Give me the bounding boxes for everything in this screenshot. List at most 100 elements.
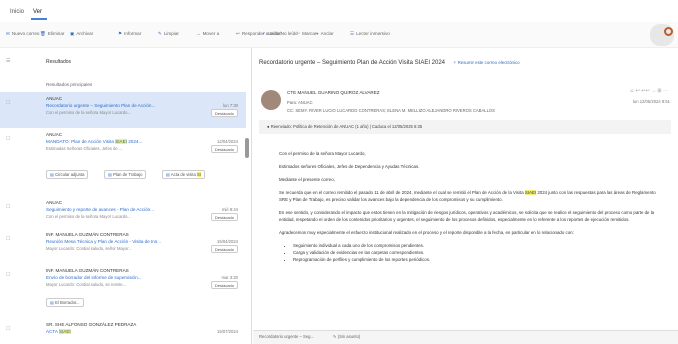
select-checkbox-icon[interactable]: ☐ [6,236,10,242]
mail-date: lun 7:30 [223,103,238,108]
mail-list-item[interactable]: ☐ ANUAC Recordatorio urgente – Seguimiento… [0,92,246,128]
attachment-chip[interactable]: ▤ El Borrador... [46,298,84,307]
mail-date: mar 3:20 [221,275,238,280]
ribbon-toolbar: ✉ Nuevo correo 🗑 Eliminar ▣ Archivar ⚑ Informar… [0,22,678,48]
select-checkbox-icon[interactable]: ☐ [6,100,10,106]
sender-name: CTE MANUEL GUARINO QUIROZ ALVAREZ [287,90,380,95]
ribbon-immersive-button[interactable]: ☰ Lector inmersivo [350,31,390,37]
mail-date: 15/04/2024 [217,239,238,244]
top-results-heading: Resultados principales [46,82,93,87]
email-subject: Recordatorio urgente – Seguimiento Plan … [259,60,520,66]
collapse-icon[interactable]: ☰ [6,58,10,64]
new-mail-icon: ✉ [6,31,10,36]
mail-subject: Reunión Mesa Técnica y Plan de Acción - … [46,239,161,244]
read-icon: ✓ [262,31,266,36]
bottom-tab-draft[interactable]: Recordatorio urgente – Seg... [259,334,314,339]
search-highlight: SIAEI [58,329,71,334]
message-actions[interactable]: ☺ ↩ ↩↩ → ⊞ ⋯ [629,88,668,94]
search-highlight: SIAEI [115,139,127,144]
scrollbar-thumb[interactable] [245,138,249,158]
mail-date: 15/07/2024 [217,329,238,334]
focused-chip[interactable]: Destacado [210,281,238,289]
cc-recipients: CC: SEMY. RIVER LUCIO LUCARDO CONTRERAS;… [287,108,495,113]
attachment-chip[interactable]: ▤ Plan de Trabajo [104,170,147,179]
to-recipients: Para: ANUAC [287,100,313,105]
mail-list-item[interactable]: ☐ ANUAC Seguimiento y reporte de avances -… [0,196,246,226]
mail-preview: Mayor Lucardo: Cordial saludo, se remite… [46,282,127,287]
ribbon-label: Leído/No leído [267,31,298,36]
ribbon-label: Marcar [302,31,317,36]
select-checkbox-icon[interactable]: ☐ [6,136,10,142]
ribbon-sweep-button[interactable]: ✎ Limpiar [158,31,179,37]
ribbon-label: Lector inmersivo [356,31,390,36]
immersive-icon: ☰ [350,31,355,36]
email-date: lun 12/05/2024 8:51 [632,99,670,104]
ribbon-label: Mover a [202,31,220,36]
mail-list-item[interactable]: ☐ SR. SHE ALFONSO GONZÁLEZ PEDRAZA ACTA SI… [0,318,246,344]
mail-date: mié 8:44 [221,207,238,212]
mail-list-item[interactable]: ☐ INF. MANUELA GUZMÁN CONTRERAS Envío de b… [0,264,246,314]
mail-sender: ANUAC [46,96,63,101]
ribbon-archive-button[interactable]: ▣ Archivar [70,31,93,37]
reading-pane: Recordatorio urgente – Seguimiento Plan … [253,48,678,344]
flag-icon: ⚐ [296,31,301,36]
mail-subject: Seguimiento y reporte de avances - Plan … [46,207,155,212]
attachment-icon: ▤ [50,172,56,177]
mail-subject: Envío de borrador del informe de supervi… [46,275,142,280]
search-highlight: SI [196,172,201,177]
mail-sender: INF. MANUELA GUZMÁN CONTRERAS [46,268,129,273]
ribbon-move-button[interactable]: → Mover a [196,31,219,36]
ribbon-label: Eliminar [47,31,65,36]
bullet-item: Carga y validación de evidencias en las … [293,249,659,256]
body-intro: Mediante el presente correo, [279,177,335,182]
mail-preview: Con el permiso de la señora Mayor Lucard… [46,214,131,219]
ribbon-delete-button[interactable]: 🗑 Eliminar [40,31,64,37]
ribbon-label: Anclar [320,31,334,36]
focused-chip[interactable]: Destacado [210,245,238,253]
mail-date: 12/04/2024 [217,139,238,144]
select-checkbox-icon[interactable]: ☐ [6,272,10,278]
select-checkbox-icon[interactable]: ☐ [6,204,10,210]
mail-list-item[interactable]: ☐ ANUAC MANDATO: Plan de Acción Visita SIA… [0,128,246,194]
archive-icon: ▣ [70,31,75,36]
ribbon-label: Nuevo correo [11,31,40,36]
bullet-item: Reprogramación de perfiles y cumplimient… [293,256,659,263]
select-checkbox-icon[interactable]: ☐ [6,326,10,332]
tab-ver[interactable]: Ver [33,9,42,15]
mail-preview: Con el permiso de la señora Mayor Lucard… [46,110,131,115]
summarize-link[interactable]: ✧ Resumir este correo electrónico [453,60,520,65]
body-salutation: Estimados señores Oficiales, Jefes de De… [279,164,420,169]
ribbon-new-mail-button[interactable]: ✉ Nuevo correo [6,31,39,37]
mail-sender: SR. SHE ALFONSO GONZÁLEZ PEDRAZA [46,322,137,327]
mail-sender: ANUAC [46,132,63,137]
bottom-tab-no-subject[interactable]: ✎ (Sin asunto) [333,334,360,339]
tab-inicio[interactable]: Inicio [10,9,24,15]
active-tab-indicator [31,18,47,20]
attachment-chip[interactable]: ▤ Acta de visita SI [162,170,205,179]
move-icon: → [196,31,201,36]
mail-sender: INF. MANUELA GUZMÁN CONTRERAS [46,232,129,237]
sender-avatar [261,90,281,110]
ribbon-pin-button[interactable]: ⌖ Anclar [316,31,334,36]
mail-list-item[interactable]: ☐ INF. MANUELA GUZMÁN CONTRERAS Reunión Me… [0,228,246,262]
focused-chip[interactable]: Destacado [210,213,238,221]
message-list: ☰ Resultados Resultados principales ☐ ANU… [0,48,252,344]
ribbon-flag-button[interactable]: ⚐ Marcar [296,31,316,37]
ribbon-label: Informar [124,31,142,36]
focused-chip[interactable]: Destacado [210,145,238,153]
attachment-icon: ▤ [108,172,114,177]
email-body: Con el permiso de la señora Mayor Lucard… [279,150,659,263]
mail-subject: Recordatorio urgente – Seguimiento Plan … [46,103,156,108]
ribbon-read-button[interactable]: ✓ Leído/No leído [262,31,298,37]
results-heading: Resultados [46,59,72,65]
focused-chip[interactable]: Destacado [210,109,238,117]
retention-notice: ● Reenviado: Política de Retención de AN… [259,120,671,134]
attachment-chip[interactable]: ▤ Circular adjunta [46,170,89,179]
report-icon: ⚑ [118,31,123,36]
mail-subject: MANDATO: Plan de Acción Visita SIAEI 202… [46,139,143,144]
info-icon: ● [267,124,270,129]
body-paragraph-1: Se recuerda que en el correo remitido el… [279,190,656,202]
mail-preview: Estimadas Señoras Oficiales, Jefes de ..… [46,146,123,151]
ribbon-report-button[interactable]: ⚑ Informar [118,31,141,37]
mail-sender: ANUAC [46,200,63,205]
